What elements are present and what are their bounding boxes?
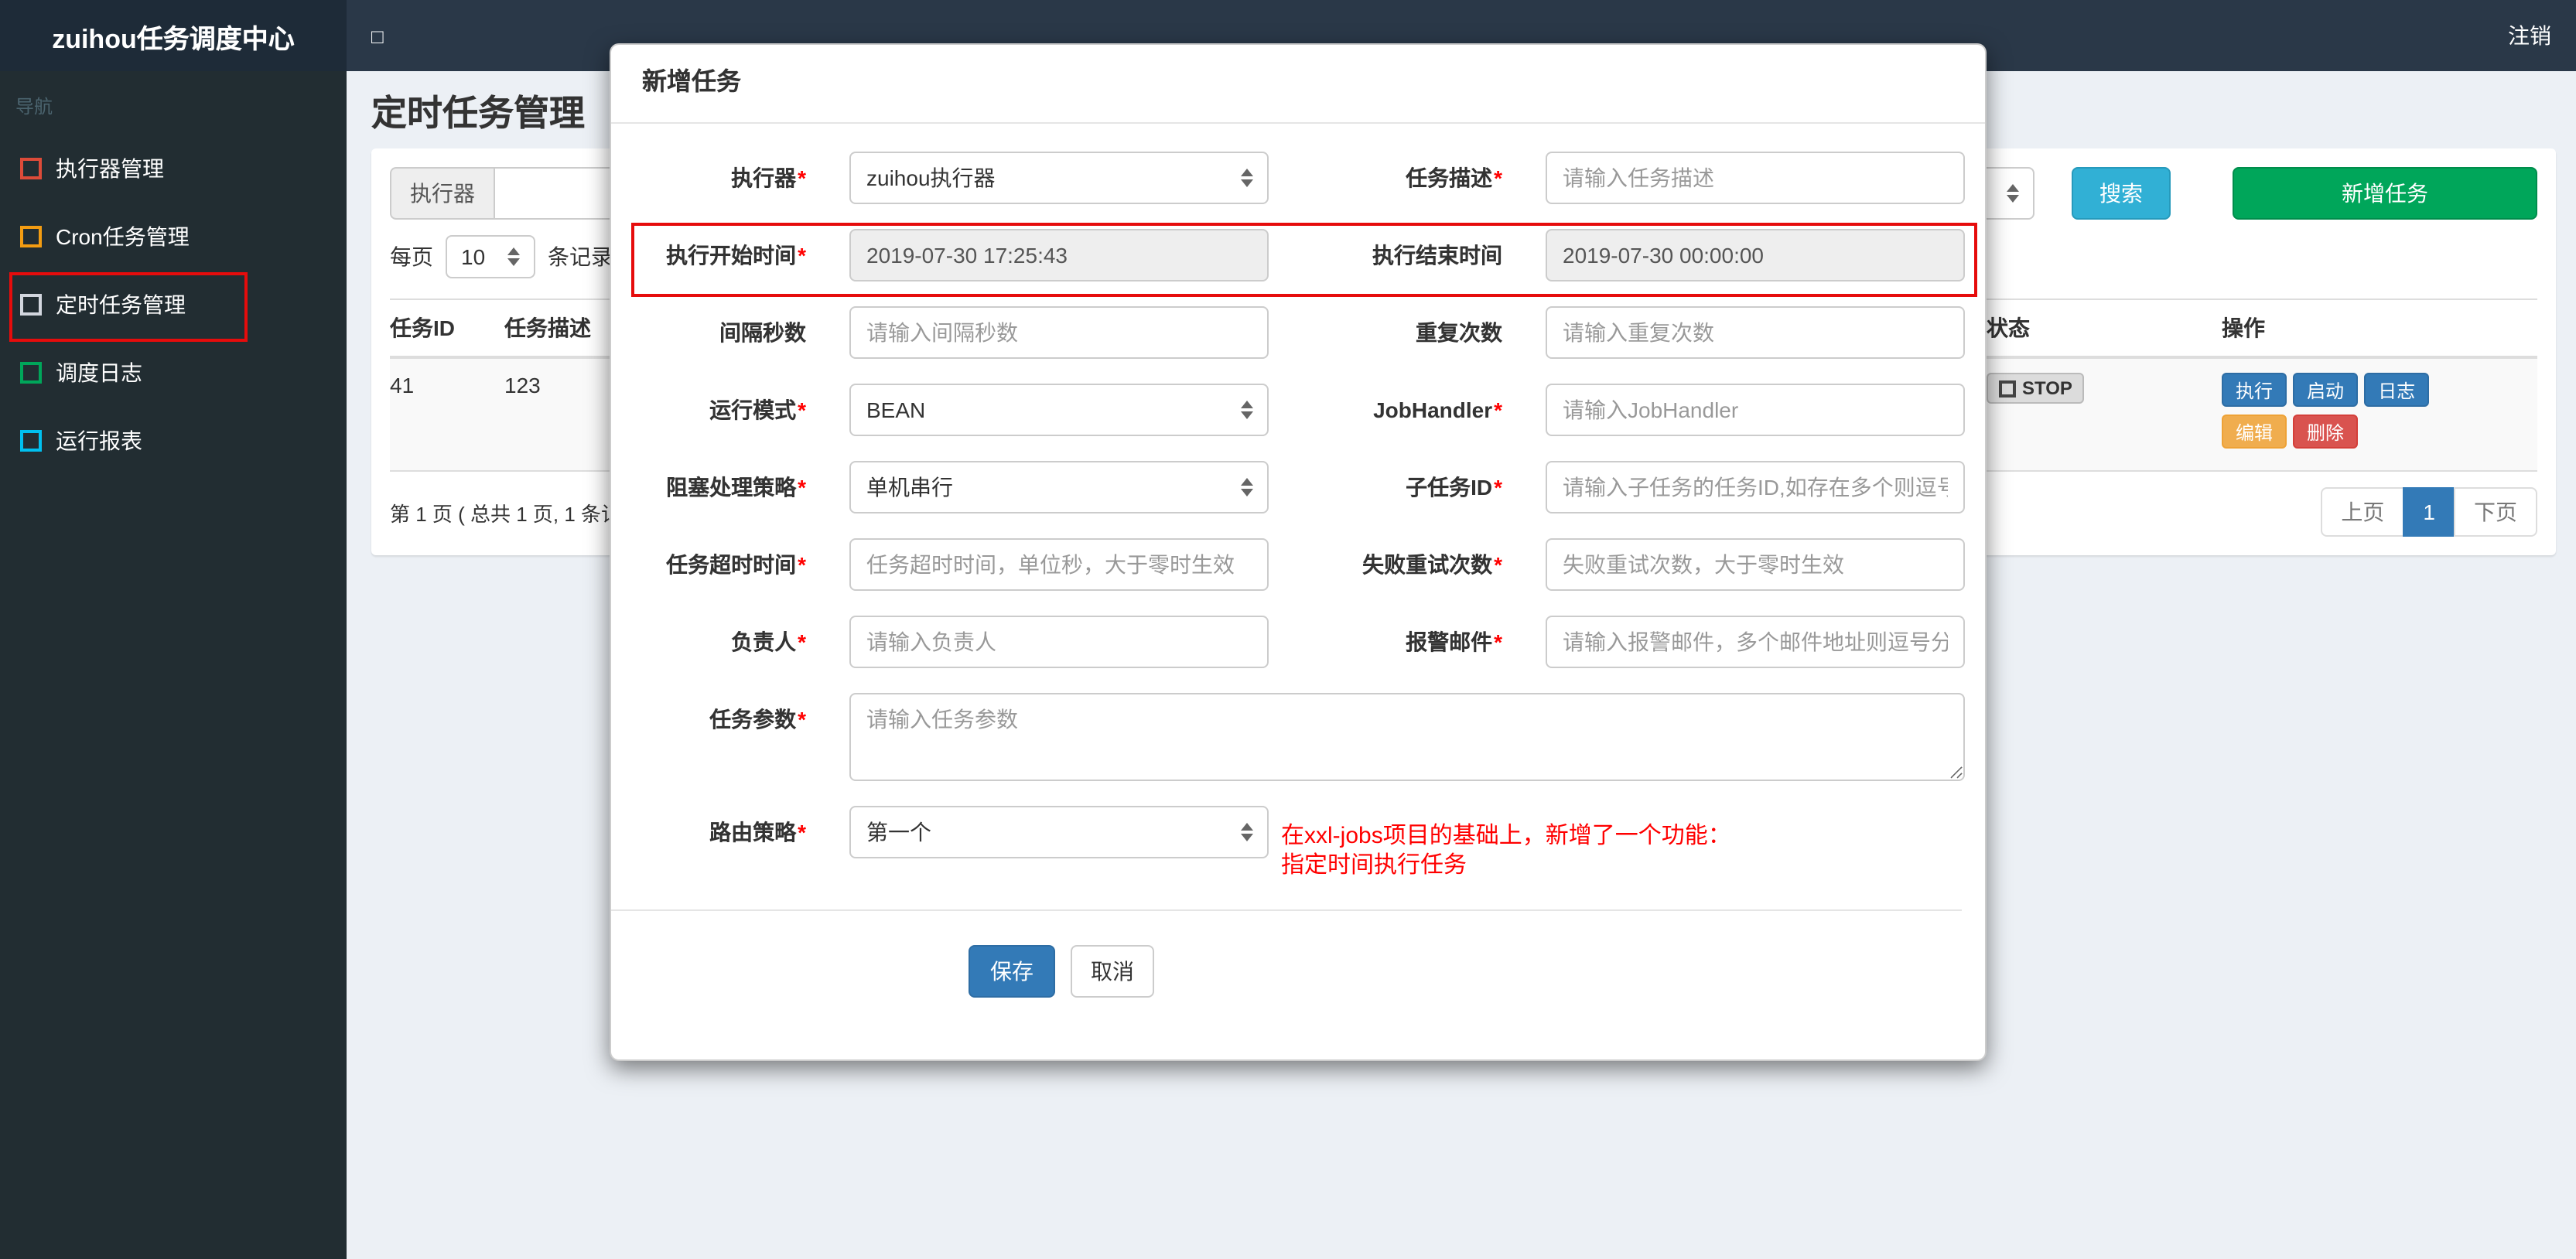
form-row: 执行器 * zuihou执行器 任务描述 *	[611, 152, 1965, 204]
child-job-id-input[interactable]	[1546, 461, 1965, 513]
run-mode-select-value: BEAN	[866, 397, 926, 422]
label-route-strategy: 路由策略 *	[709, 820, 806, 844]
route-strategy-select[interactable]: 第一个	[849, 806, 1269, 858]
job-param-textarea[interactable]	[849, 693, 1965, 781]
cancel-button[interactable]: 取消	[1071, 945, 1154, 998]
save-button[interactable]: 保存	[969, 945, 1055, 998]
label-jobhandler: JobHandler *	[1373, 397, 1502, 422]
label-start-time: 执行开始时间 *	[666, 243, 806, 268]
interval-input[interactable]	[849, 306, 1269, 359]
label-job-desc: 任务描述 *	[1406, 165, 1502, 190]
jobhandler-input[interactable]	[1546, 384, 1965, 436]
label-interval: 间隔秒数	[719, 320, 806, 345]
form-row-job-param: 任务参数 *	[611, 693, 1965, 781]
label-executor: 执行器 *	[731, 165, 806, 190]
modal-title: 新增任务	[642, 70, 742, 96]
modal-header: 新增任务	[611, 45, 1985, 124]
run-mode-select[interactable]: BEAN	[849, 384, 1269, 436]
form-row: 阻塞处理策略 * 单机串行 子任务ID *	[611, 461, 1965, 513]
block-strategy-select-value: 单机串行	[866, 475, 953, 500]
start-time-input[interactable]	[849, 229, 1269, 281]
feature-note: 在xxl-jobs项目的基础上，新增了一个功能： 指定时间执行任务	[1269, 806, 1965, 880]
form-row-route: 路由策略 * 第一个 在xxl-jobs项目的基础上，新增了一个功能： 指定时间执…	[611, 806, 1962, 880]
modal-body: 执行器* zuihou执行器 任务描述* 执行开始时间* 执行结束时间	[611, 124, 1985, 998]
form-row: 间隔秒数 重复次数	[611, 306, 1965, 359]
label-owner: 负责人 *	[731, 630, 806, 654]
label-block-strategy: 阻塞处理策略 *	[666, 475, 806, 500]
chevron-updown-icon	[1241, 169, 1253, 187]
label-fail-retry: 失败重试次数 *	[1362, 552, 1502, 577]
route-strategy-select-value: 第一个	[866, 820, 931, 844]
add-task-modal: 新增任务 执行器* zuihou执行器 任务描述* 执行开始时间	[610, 43, 1987, 1061]
label-repeat-count: 重复次数	[1416, 320, 1502, 345]
executor-select[interactable]: zuihou执行器	[849, 152, 1269, 204]
modal-footer: 保存 取消	[611, 909, 1962, 998]
executor-select-value: zuihou执行器	[866, 165, 996, 190]
label-timeout: 任务超时时间 *	[666, 552, 806, 577]
owner-input[interactable]	[849, 616, 1269, 668]
block-strategy-select[interactable]: 单机串行	[849, 461, 1269, 513]
chevron-updown-icon	[1241, 823, 1253, 841]
label-job-param: 任务参数 *	[709, 707, 806, 732]
label-run-mode: 运行模式 *	[709, 397, 806, 422]
feature-note-line1: 在xxl-jobs项目的基础上，新增了一个功能：	[1281, 823, 1731, 849]
label-end-time: 执行结束时间	[1372, 243, 1502, 268]
timeout-input[interactable]	[849, 538, 1269, 591]
form-row: 运行模式 * BEAN JobHandler *	[611, 384, 1965, 436]
chevron-updown-icon	[1241, 401, 1253, 419]
form-row: 负责人* 报警邮件*	[611, 616, 1965, 668]
form-row-time: 执行开始时间* 执行结束时间	[611, 229, 1965, 281]
repeat-count-input[interactable]	[1546, 306, 1965, 359]
end-time-input[interactable]	[1546, 229, 1965, 281]
label-alarm-email: 报警邮件 *	[1406, 630, 1502, 654]
form-row: 任务超时时间* 失败重试次数*	[611, 538, 1965, 591]
alarm-email-input[interactable]	[1546, 616, 1965, 668]
job-desc-input[interactable]	[1546, 152, 1965, 204]
label-child-job-id: 子任务ID *	[1406, 475, 1502, 500]
app-root: zuihou任务调度中心 □ 注销 导航 执行器管理 Cron任务管理 定时任务…	[0, 0, 2576, 1259]
chevron-updown-icon	[1241, 478, 1253, 496]
feature-note-line2: 指定时间执行任务	[1281, 852, 1467, 879]
fail-retry-input[interactable]	[1546, 538, 1965, 591]
modal-overlay: 新增任务 执行器* zuihou执行器 任务描述* 执行开始时间	[0, 0, 2576, 1259]
